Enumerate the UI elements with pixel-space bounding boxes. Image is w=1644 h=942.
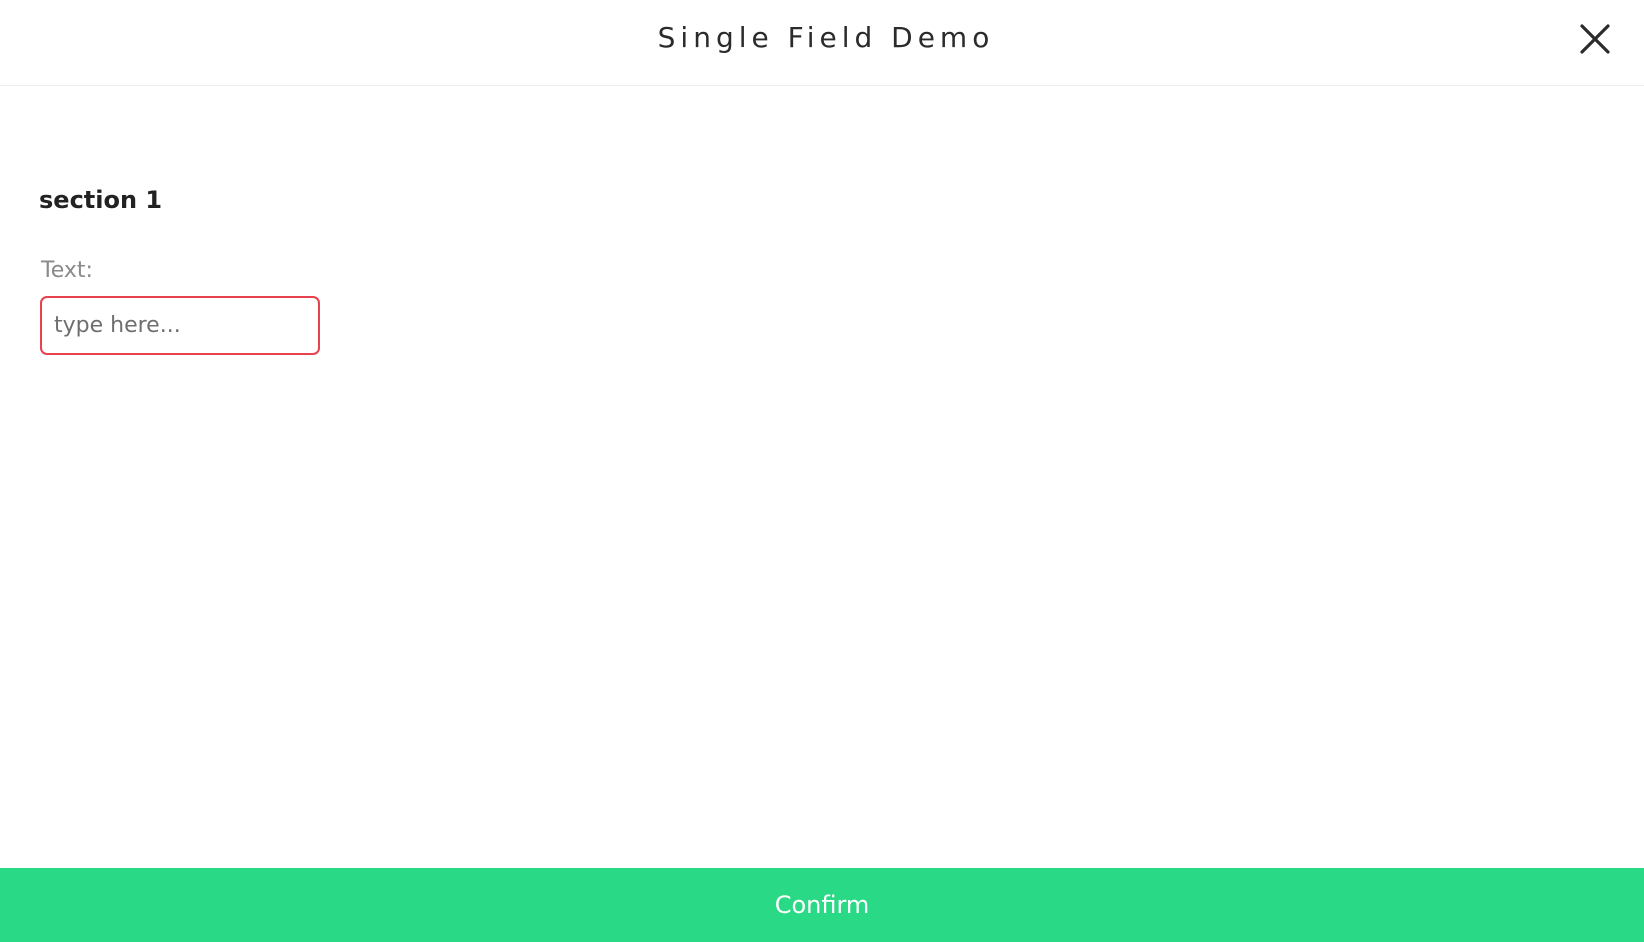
text-input[interactable] [40,296,320,355]
confirm-button[interactable]: Confirm [0,868,1644,942]
text-field-label: Text: [41,258,93,283]
page-title: Single Field Demo [657,21,995,54]
modal-header: Single Field Demo [0,0,1644,86]
close-button[interactable] [1576,20,1614,58]
modal-dialog: Single Field Demo section 1 Text: Confir… [0,0,1644,942]
close-icon [1580,24,1610,54]
section-title: section 1 [39,186,163,214]
